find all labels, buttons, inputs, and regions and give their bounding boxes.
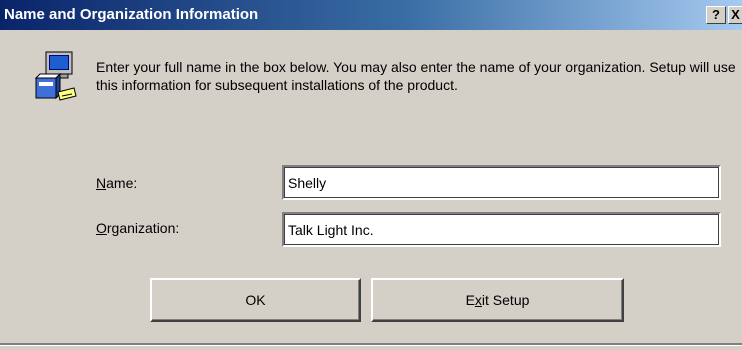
computer-setup-icon	[34, 51, 77, 101]
exit-label-pre: E	[465, 292, 475, 308]
organization-field[interactable]: Talk Light Inc.	[282, 212, 721, 247]
title-bar: Name and Organization Information ? X	[0, 0, 742, 30]
organization-label-mnemonic: O	[96, 220, 107, 236]
instructions-text: Enter your full name in the box below. Y…	[96, 59, 736, 93]
name-label-rest: ame:	[106, 175, 138, 191]
exit-label-mnemonic: x	[474, 292, 482, 308]
exit-setup-button[interactable]: Exit Setup	[371, 278, 624, 322]
help-button[interactable]: ?	[706, 6, 726, 24]
name-field[interactable]: Shelly	[282, 165, 721, 200]
organization-label: Organization:	[96, 220, 179, 236]
ok-button[interactable]: OK	[150, 278, 361, 322]
setup-dialog: Name and Organization Information ? X En…	[0, 0, 742, 350]
window-title: Name and Organization Information	[4, 6, 259, 23]
exit-label-post: it Setup	[481, 292, 530, 308]
name-label: Name:	[96, 175, 137, 191]
name-label-mnemonic: N	[96, 175, 107, 191]
organization-label-rest: rganization:	[106, 220, 180, 236]
close-button[interactable]: X	[728, 6, 742, 24]
bottom-divider	[0, 343, 742, 346]
